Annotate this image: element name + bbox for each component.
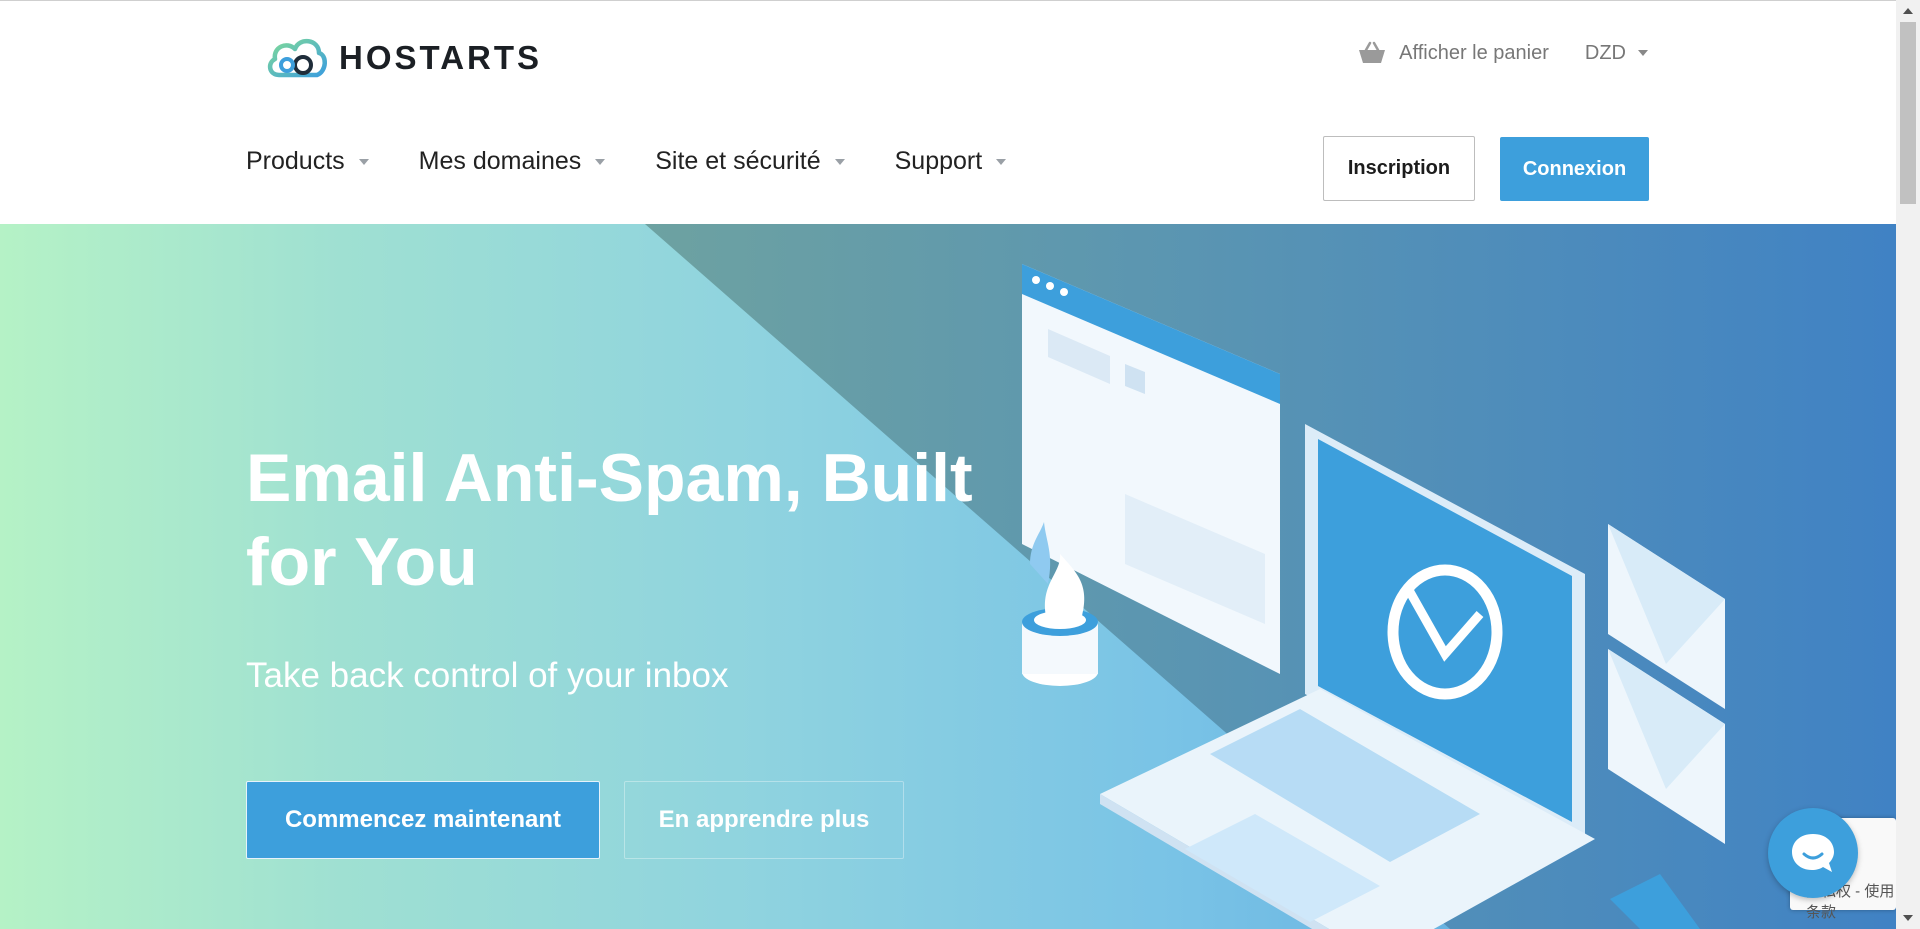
vertical-scrollbar[interactable] (1896, 0, 1920, 929)
login-button[interactable]: Connexion (1500, 137, 1649, 201)
nav-item-support[interactable]: Support (895, 147, 1007, 176)
nav-item-label: Support (894, 147, 983, 175)
get-started-button[interactable]: Commencez maintenant (246, 781, 600, 859)
currency-selector[interactable]: DZD (1585, 42, 1648, 65)
arrow-up-icon (1903, 8, 1913, 14)
nav-item-products[interactable]: Products (246, 147, 369, 176)
nav-item-label: Mes domaines (418, 147, 582, 175)
chevron-down-icon (1638, 50, 1648, 56)
chat-widget-button[interactable] (1768, 808, 1858, 898)
learn-more-button[interactable]: En apprendre plus (624, 781, 904, 859)
view-cart-link[interactable]: Afficher le panier (1357, 41, 1549, 65)
page: HOSTARTS Afficher le panier DZD Products (0, 0, 1896, 929)
site-header: HOSTARTS Afficher le panier DZD Products (0, 0, 1896, 224)
scrollbar-thumb[interactable] (1900, 22, 1916, 204)
nav-item-site-security[interactable]: Site et sécurité (655, 147, 845, 176)
nav-item-domains[interactable]: Mes domaines (419, 147, 606, 176)
hero-section: Email Anti-Spam, Built for You Take back… (0, 224, 1896, 929)
basket-icon (1359, 41, 1386, 63)
chevron-down-icon (996, 158, 1007, 165)
hero-title: Email Anti-Spam, Built for You (246, 440, 973, 600)
chevron-down-icon (358, 158, 369, 165)
chevron-down-icon (595, 158, 606, 165)
chevron-down-icon (834, 158, 845, 165)
currency-label: DZD (1584, 41, 1626, 64)
utility-bar: Afficher le panier DZD (1357, 41, 1648, 65)
scroll-up-button[interactable] (1896, 0, 1920, 22)
nav-item-label: Site et sécurité (655, 147, 821, 175)
logo-icon (267, 39, 327, 78)
arrow-down-icon (1903, 915, 1913, 921)
nav-item-label: Products (246, 147, 345, 175)
main-nav: Products Mes domaines Site et sécurité S… (246, 147, 1007, 176)
hero-subtitle: Take back control of your inbox (246, 656, 729, 695)
brand-logo[interactable]: HOSTARTS (265, 31, 542, 85)
email-security-illustration (1022, 264, 1725, 929)
chat-icon (1792, 834, 1834, 872)
register-button[interactable]: Inscription (1323, 136, 1475, 201)
scroll-down-button[interactable] (1896, 907, 1920, 929)
brand-name: HOSTARTS (339, 39, 543, 76)
view-cart-label: Afficher le panier (1399, 41, 1549, 64)
